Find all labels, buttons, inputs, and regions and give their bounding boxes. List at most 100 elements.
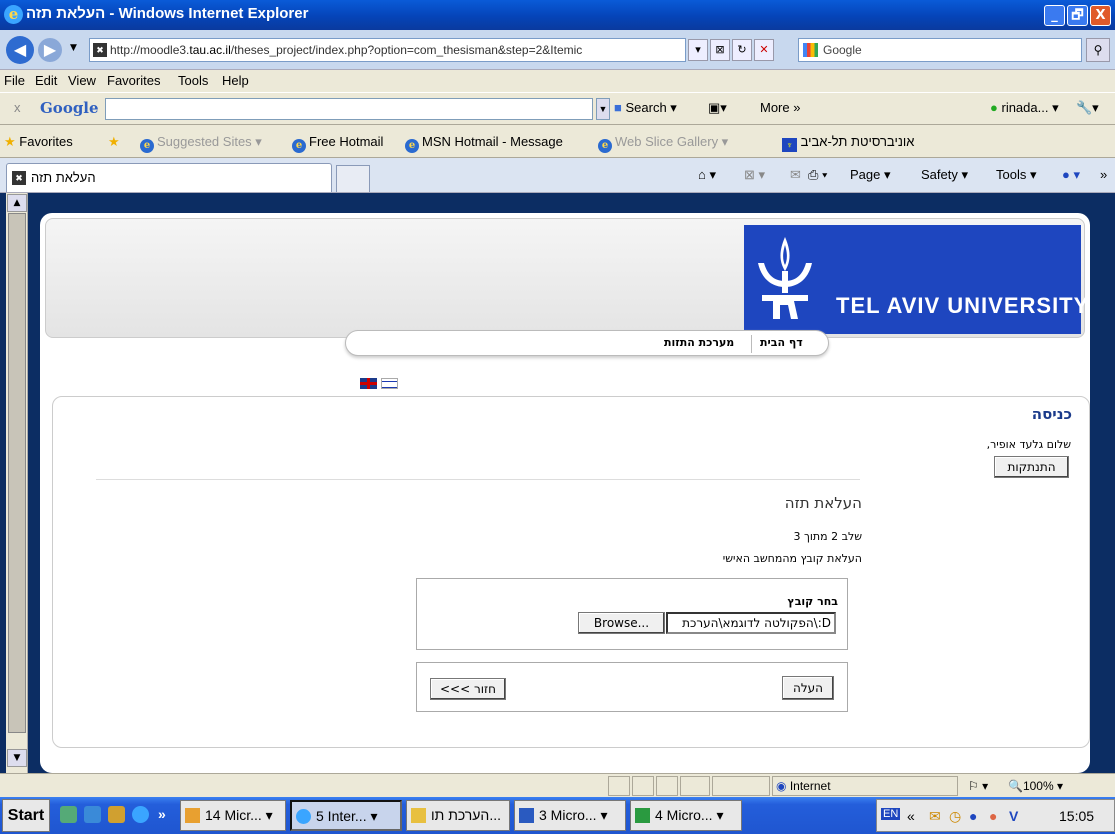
ie-logo-icon: e	[4, 5, 23, 24]
google-search-button[interactable]: ■ Search ▾	[614, 100, 677, 116]
quicklaunch-folder-icon[interactable]	[108, 806, 125, 823]
google-search-icon: ■	[614, 100, 622, 115]
greeting-text: שלום גלעד אופיר,	[986, 438, 1071, 451]
tray-network-icon[interactable]: ●	[969, 808, 977, 824]
quicklaunch-app-icon[interactable]	[60, 806, 77, 823]
file-label: בחר קובץ	[787, 595, 838, 608]
status-bar: ◉ Internet ⚐ ▾ 🔍100% ▾	[0, 773, 1115, 797]
left-scrollbar[interactable]: ▲ ▼	[6, 193, 28, 773]
maximize-button[interactable]: 🗗	[1067, 5, 1088, 26]
file-path-input[interactable]: D:\הפקולטה לדוגמא\הערכת	[666, 612, 836, 634]
zoom-control[interactable]: 🔍100% ▾	[1008, 779, 1063, 793]
taskbar-excel[interactable]: 4 Micro... ▾	[630, 800, 742, 831]
mail-icon[interactable]: ✉	[790, 167, 801, 183]
user-name: rinada...	[1001, 100, 1049, 115]
address-toolbar: ◀ ▶ ▼ ✖ http://moodle3.tau.ac.il/theses_p…	[0, 30, 1115, 70]
popup-blocker-icon[interactable]: ▣▾	[708, 100, 727, 116]
language-indicator[interactable]: EN	[881, 808, 901, 820]
menu-file[interactable]: File	[4, 73, 25, 88]
tau-link[interactable]: ♆ אוניברסיטת תל-אביב	[782, 134, 914, 152]
site-favicon-icon: ✖	[93, 43, 107, 57]
outlook-icon	[185, 808, 200, 823]
taskbar-ie[interactable]: 5 Inter... ▾	[290, 800, 402, 831]
favorites-button[interactable]: ★ Favorites	[4, 134, 73, 150]
search-input[interactable]: Google	[798, 38, 1082, 62]
status-dot-icon: ●	[990, 100, 998, 115]
feeds-icon[interactable]: ⊠ ▾	[744, 167, 765, 183]
nav-home[interactable]: דף הבית	[760, 336, 803, 349]
taskbar-outlook[interactable]: 14 Micr... ▾	[180, 800, 286, 831]
hebrew-flag-icon[interactable]	[381, 377, 398, 389]
help-icon[interactable]: ● ▾	[1062, 167, 1080, 183]
msn-hotmail-link[interactable]: e MSN Hotmail - Message	[405, 134, 563, 153]
print-icon[interactable]: ⎙ ▾	[808, 167, 827, 183]
stop-icon[interactable]: ✕	[754, 39, 774, 61]
title-bar: e העלאת תזה - Windows Internet Explorer …	[0, 0, 1115, 30]
scroll-up-icon[interactable]: ▲	[7, 194, 27, 212]
add-favorite-icon[interactable]: ★	[108, 134, 120, 150]
excel-icon	[635, 808, 650, 823]
tab-active[interactable]: ✖ העלאת תזה	[6, 163, 332, 192]
address-dropdown-button[interactable]: ▾	[688, 39, 708, 61]
forward-button[interactable]: ▶	[38, 38, 62, 62]
new-tab-button[interactable]	[336, 165, 370, 192]
minimize-button[interactable]: _	[1044, 5, 1065, 26]
safety-menu-button[interactable]: Safety ▾	[921, 167, 968, 183]
quicklaunch-ie-icon[interactable]	[132, 806, 149, 823]
menu-view[interactable]: View	[68, 73, 96, 88]
scroll-thumb[interactable]	[8, 213, 26, 733]
suggested-sites-link[interactable]: e Suggested Sites ▾	[140, 134, 262, 153]
menu-edit[interactable]: Edit	[35, 73, 57, 88]
wrench-icon[interactable]: 🔧▾	[1076, 100, 1099, 116]
free-hotmail-label: Free Hotmail	[309, 134, 384, 149]
system-tray: EN « ✉ ◷ ● ● V 15:05	[876, 799, 1115, 832]
tau-logo: TEL AVIV UNIVERSITY	[744, 225, 1088, 334]
site-nav: דף הבית מערכת התזות	[345, 330, 829, 356]
compatibility-icon[interactable]: ⊠	[710, 39, 730, 61]
quicklaunch-browser-icon[interactable]	[84, 806, 101, 823]
search-icon[interactable]: ⚲	[1086, 38, 1110, 62]
tray-clock-icon[interactable]: ◷	[949, 808, 961, 825]
tray-vpn-icon[interactable]: V	[1009, 808, 1018, 824]
start-button[interactable]: Start	[2, 799, 50, 832]
page-menu-button[interactable]: Page ▾	[850, 167, 891, 183]
taskbar-word[interactable]: 3 Micro... ▾	[514, 800, 626, 831]
logout-button[interactable]: התנתקות	[994, 456, 1069, 478]
taskbar-folder[interactable]: הערכת תו...	[406, 800, 510, 831]
more-button[interactable]: More »	[760, 100, 800, 115]
google-toolbar-dropdown[interactable]: ▼	[596, 98, 610, 120]
tray-expand-icon[interactable]: «	[907, 808, 915, 824]
back-button[interactable]: ◀	[6, 36, 34, 64]
browse-button[interactable]: Browse...	[578, 612, 665, 634]
english-flag-icon[interactable]	[360, 377, 377, 389]
tau-emblem-icon	[758, 237, 812, 319]
upload-description: העלאת קובץ מהמחשב האישי	[722, 552, 862, 565]
close-button[interactable]: X	[1090, 5, 1111, 26]
url-prefix: http://moodle3.	[110, 43, 190, 57]
nav-theses-system[interactable]: מערכת התזות	[664, 336, 734, 349]
home-icon[interactable]: ⌂ ▾	[698, 167, 716, 183]
web-slice-gallery-link[interactable]: e Web Slice Gallery ▾	[598, 134, 728, 153]
menu-help[interactable]: Help	[222, 73, 249, 88]
internet-zone[interactable]: ◉ Internet	[776, 779, 831, 793]
back-nav-button[interactable]: <<< חזור	[430, 678, 506, 700]
recent-pages-dropdown[interactable]: ▼	[70, 43, 77, 53]
address-input[interactable]: ✖ http://moodle3.tau.ac.il/theses_project…	[89, 38, 686, 62]
protected-mode-icon[interactable]: ⚐ ▾	[968, 779, 988, 793]
user-account-button[interactable]: ● rinada... ▾	[990, 100, 1059, 116]
tau-label: אוניברסיטת תל-אביב	[800, 134, 915, 149]
quicklaunch-more-icon[interactable]: »	[158, 806, 175, 823]
free-hotmail-link[interactable]: e Free Hotmail	[292, 134, 383, 153]
google-search-label: Search	[625, 100, 667, 115]
tools-menu-button[interactable]: Tools ▾	[996, 167, 1037, 183]
tray-mail-icon[interactable]: ✉	[929, 808, 941, 825]
refresh-icon[interactable]: ↻	[732, 39, 752, 61]
upload-button[interactable]: העלה	[782, 676, 834, 700]
tray-app-icon[interactable]: ●	[989, 808, 997, 824]
chevron-more-icon[interactable]: »	[1100, 167, 1107, 182]
menu-favorites[interactable]: Favorites	[107, 73, 160, 88]
google-toolbar-input[interactable]	[105, 98, 593, 120]
scroll-down-icon[interactable]: ▼	[7, 749, 27, 767]
google-toolbar-close-icon[interactable]: x	[14, 100, 21, 115]
menu-tools[interactable]: Tools	[178, 73, 208, 88]
